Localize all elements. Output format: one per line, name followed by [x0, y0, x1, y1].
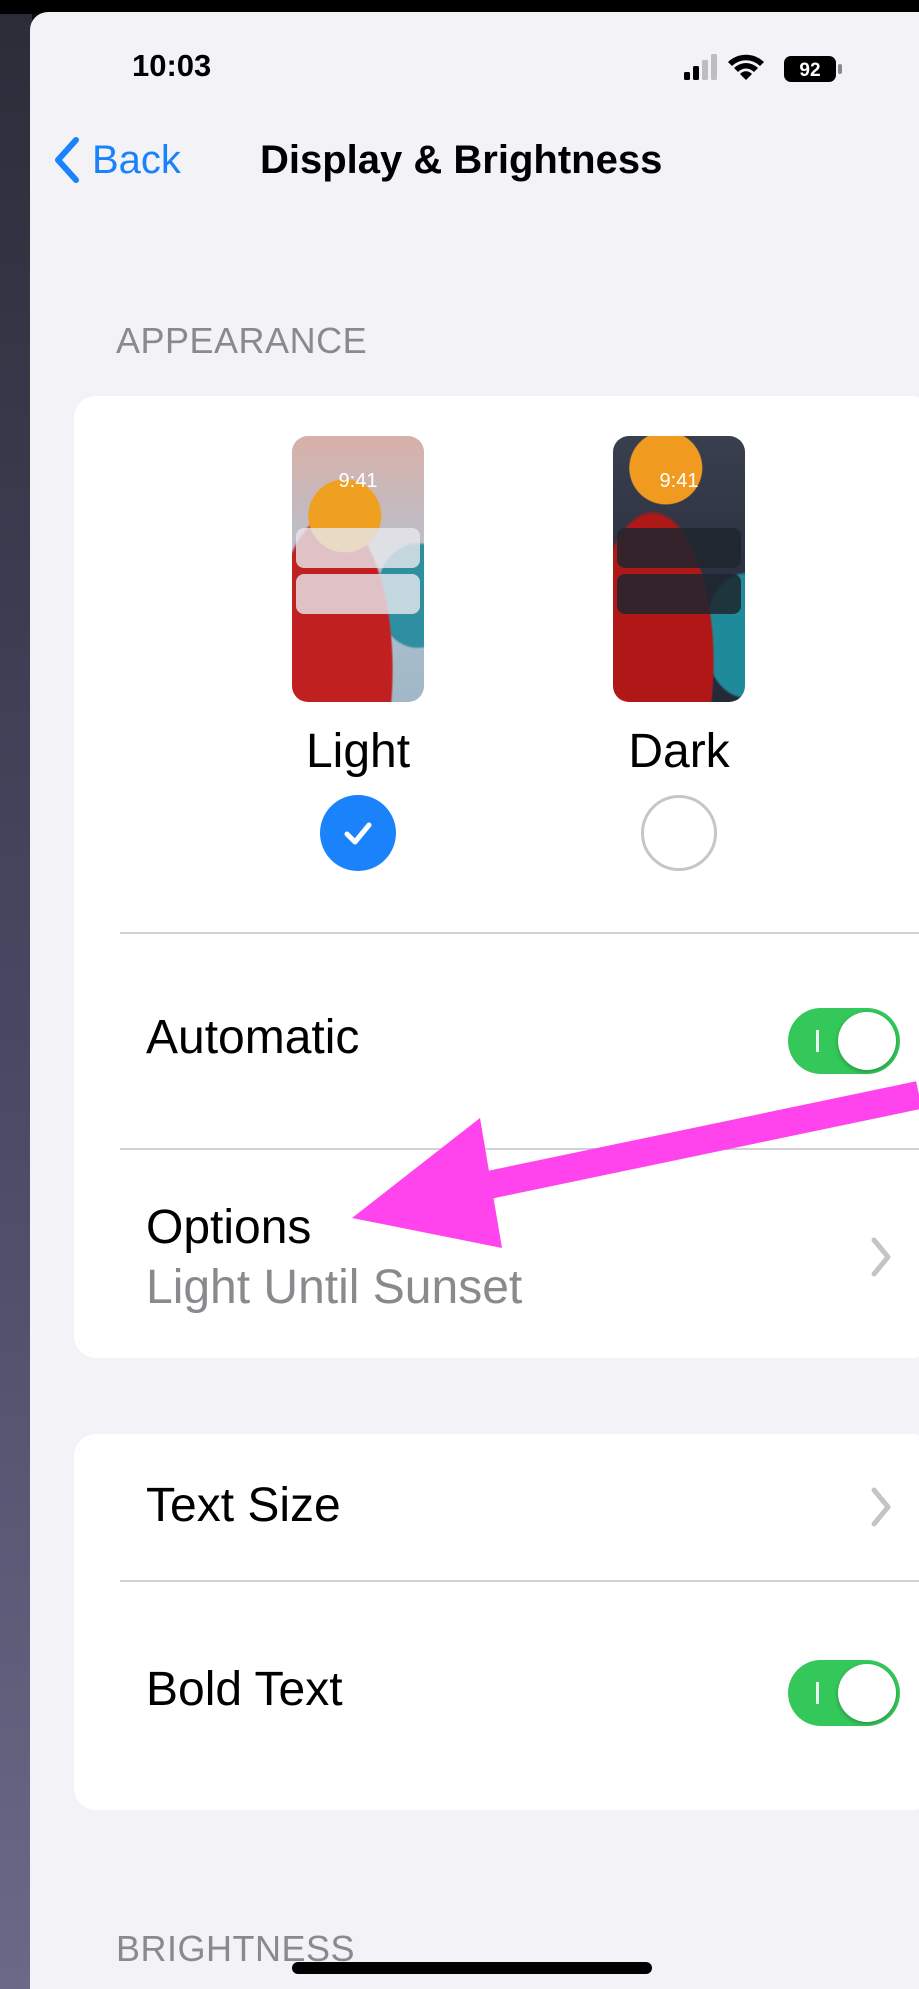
back-label: Back [92, 137, 181, 182]
device-bezel [0, 0, 32, 1989]
section-header-appearance: APPEARANCE [116, 320, 368, 361]
options-row[interactable]: Options Light Until Sunset [74, 1150, 919, 1356]
text-size-row[interactable]: Text Size [74, 1434, 919, 1580]
chevron-left-icon [55, 137, 79, 183]
dark-label: Dark [628, 725, 730, 778]
toggle-knob [838, 1664, 896, 1722]
toggle-on-indicator [816, 1682, 819, 1704]
wifi-icon [728, 54, 764, 80]
automatic-label: Automatic [146, 1011, 360, 1064]
text-settings-card: Text Size Bold Text [74, 1434, 919, 1810]
options-label: Options [146, 1201, 312, 1254]
light-radio-checked[interactable] [320, 795, 396, 871]
preview-time: 9:41 [338, 470, 378, 492]
preview-notification [296, 574, 420, 614]
preview-notification [617, 528, 741, 568]
bold-text-row: Bold Text [74, 1582, 919, 1810]
bold-text-toggle[interactable] [788, 1660, 900, 1726]
dark-radio-unchecked[interactable] [641, 795, 717, 871]
back-button[interactable]: Back [52, 128, 181, 192]
automatic-toggle[interactable] [788, 1008, 900, 1074]
toggle-knob [838, 1012, 896, 1070]
checkmark-icon [344, 822, 372, 845]
preview-notification [617, 574, 741, 614]
battery-level: 92 [799, 60, 820, 81]
cellular-signal-icon [684, 54, 717, 80]
text-size-label: Text Size [146, 1479, 341, 1532]
toggle-on-indicator [816, 1030, 819, 1052]
options-value: Light Until Sunset [146, 1261, 523, 1314]
page-title: Display & Brightness [260, 138, 663, 182]
battery-icon: 92 [784, 56, 842, 82]
chevron-right-icon [871, 1237, 891, 1277]
bold-text-label: Bold Text [146, 1663, 343, 1716]
status-icons: 92 [684, 54, 842, 82]
light-mode-preview: 9:41 [292, 436, 424, 702]
appearance-option-dark[interactable]: 9:41 Dark [579, 436, 779, 871]
appearance-card: 9:41 Light 9:41 Dark Automatic Options L… [74, 396, 919, 1358]
preview-notification [296, 528, 420, 568]
light-label: Light [305, 725, 411, 778]
chevron-right-icon [871, 1487, 891, 1527]
dark-mode-preview: 9:41 [613, 436, 745, 702]
settings-screen: 10:03 92 Back Display & Brightness APPEA… [30, 12, 919, 1989]
home-indicator [292, 1962, 652, 1974]
automatic-row: Automatic [74, 934, 919, 1148]
preview-time: 9:41 [659, 470, 699, 492]
status-time: 10:03 [132, 48, 212, 83]
appearance-option-light[interactable]: 9:41 Light [258, 436, 458, 871]
